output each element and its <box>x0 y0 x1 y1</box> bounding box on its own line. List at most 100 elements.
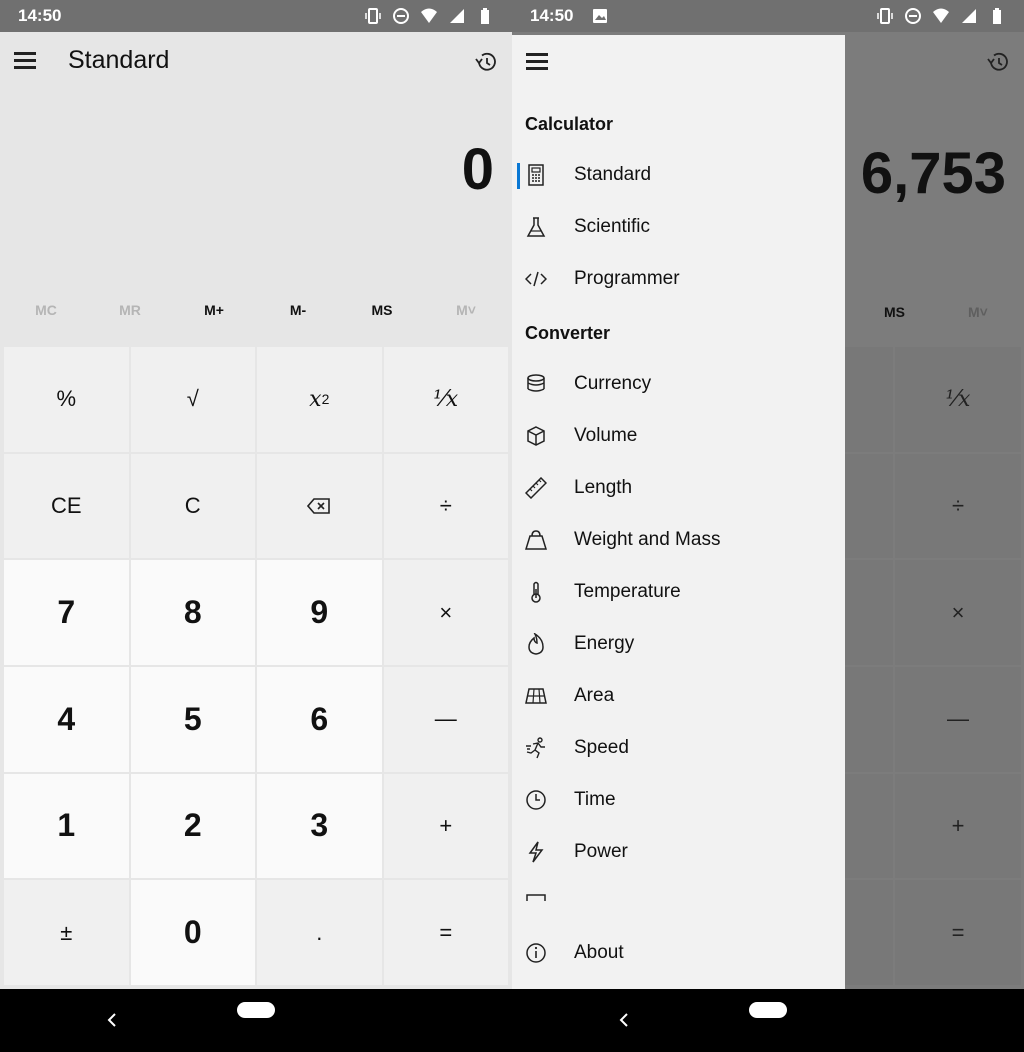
digit-5-button[interactable]: 5 <box>130 666 255 772</box>
battery-icon <box>481 8 489 24</box>
menu-item-label: Temperature <box>574 581 681 602</box>
background-key <box>845 880 893 985</box>
menu-item-clipped[interactable] <box>512 893 845 901</box>
calculator-menu-screen: 14:50 6,753 MS M˅ ¹⁄x ÷ × — + = Calculat… <box>512 0 1024 1052</box>
home-button[interactable] <box>749 1002 787 1018</box>
home-button[interactable] <box>237 1002 275 1018</box>
background-keypad: ¹⁄x ÷ × — + = <box>845 347 1021 985</box>
calculator-app: Standard 0 MC MR M+ M- MS M˅ % √ x2 ¹⁄x … <box>0 32 512 989</box>
digit-4-button[interactable]: 4 <box>4 666 129 772</box>
digit-7-button[interactable]: 7 <box>4 560 129 665</box>
background-multiply-key: × <box>895 560 1021 665</box>
clear-button[interactable]: C <box>130 453 255 559</box>
menu-item-temperature[interactable]: Temperature <box>512 568 845 616</box>
menu-item-speed[interactable]: Speed <box>512 724 845 772</box>
memory-store-button[interactable]: MS <box>340 302 424 324</box>
background-key <box>845 453 893 559</box>
ruler-icon <box>525 477 547 499</box>
signal-icon <box>450 9 464 23</box>
square-base: x <box>309 386 322 412</box>
memory-add-button[interactable]: M+ <box>172 302 256 324</box>
divide-button[interactable]: ÷ <box>383 453 508 559</box>
background-reciprocal-key: ¹⁄x <box>895 347 1021 452</box>
status-icons <box>876 7 1006 25</box>
info-icon <box>526 943 546 963</box>
background-key <box>845 560 893 665</box>
digit-3-button[interactable]: 3 <box>257 773 382 879</box>
memory-list-button[interactable]: M˅ <box>424 302 508 324</box>
history-icon <box>987 52 1008 71</box>
square-exponent: 2 <box>321 391 330 408</box>
menu-item-power[interactable]: Power <box>512 828 845 876</box>
menu-item-time[interactable]: Time <box>512 776 845 824</box>
menu-item-scientific[interactable]: Scientific <box>512 203 845 251</box>
reciprocal-label: ¹⁄x <box>433 386 459 412</box>
plus-button[interactable]: + <box>383 773 508 879</box>
memory-subtract-button[interactable]: M- <box>256 302 340 324</box>
weight-icon <box>525 530 547 550</box>
equals-button[interactable]: = <box>383 880 508 985</box>
calculator-icon <box>528 164 544 186</box>
clock-icon <box>526 790 546 810</box>
grid-area-icon <box>525 688 547 704</box>
battery-icon <box>993 8 1001 24</box>
signal-icon <box>962 9 976 23</box>
decimal-button[interactable]: . <box>257 880 382 985</box>
converter-section-title: Converter <box>525 323 611 343</box>
code-icon <box>525 271 547 287</box>
square-root-button[interactable]: √ <box>130 347 255 452</box>
hamburger-menu-button[interactable] <box>14 52 38 72</box>
negate-button[interactable]: ± <box>4 880 129 985</box>
menu-item-label: Length <box>574 477 633 498</box>
memory-clear-button[interactable]: MC <box>4 302 88 324</box>
menu-item-energy[interactable]: Energy <box>512 620 845 668</box>
menu-item-length[interactable]: Length <box>512 464 845 512</box>
clear-entry-button[interactable]: CE <box>4 453 129 559</box>
status-time: 14:50 <box>18 6 62 25</box>
flask-icon <box>526 217 546 237</box>
history-icon[interactable] <box>474 50 498 74</box>
menu-item-label: Energy <box>574 633 635 654</box>
backspace-button[interactable] <box>257 453 382 559</box>
menu-item-weight[interactable]: Weight and Mass <box>512 516 845 564</box>
vibrate-icon <box>365 8 381 24</box>
percent-button[interactable]: % <box>4 347 129 452</box>
image-notification-icon <box>593 9 607 23</box>
memory-recall-button[interactable]: MR <box>88 302 172 324</box>
menu-item-volume[interactable]: Volume <box>512 412 845 460</box>
back-icon[interactable] <box>102 1007 122 1033</box>
background-key <box>845 666 893 772</box>
menu-item-area[interactable]: Area <box>512 672 845 720</box>
digit-1-button[interactable]: 1 <box>4 773 129 879</box>
digit-9-button[interactable]: 9 <box>257 560 382 665</box>
menu-item-label: Power <box>574 841 628 862</box>
digit-2-button[interactable]: 2 <box>130 773 255 879</box>
thermometer-icon <box>531 581 541 603</box>
back-icon[interactable] <box>614 1007 634 1033</box>
multiply-button[interactable]: × <box>383 560 508 665</box>
navigation-drawer: Calculator Standard Scientific Programme… <box>512 35 845 989</box>
minus-button[interactable]: — <box>383 666 508 772</box>
digit-8-button[interactable]: 8 <box>130 560 255 665</box>
background-result-display: 6,753 <box>860 141 1006 206</box>
status-icons <box>364 7 494 25</box>
menu-item-about[interactable]: About <box>512 929 845 977</box>
menu-item-currency[interactable]: Currency <box>512 360 845 408</box>
digit-6-button[interactable]: 6 <box>257 666 382 772</box>
hamburger-menu-button[interactable] <box>526 53 550 73</box>
menu-item-label: Area <box>574 685 615 706</box>
reciprocal-button[interactable]: ¹⁄x <box>383 347 508 452</box>
navigation-bar <box>0 989 512 1052</box>
result-display: 0 <box>461 137 494 202</box>
background-equals-key: = <box>895 880 1021 985</box>
calculator-section-title: Calculator <box>525 114 614 134</box>
status-time: 14:50 <box>530 6 574 25</box>
background-key <box>845 347 893 452</box>
menu-item-label: Currency <box>574 373 652 394</box>
menu-item-programmer[interactable]: Programmer <box>512 255 845 303</box>
menu-item-label: Time <box>574 789 616 810</box>
square-button[interactable]: x2 <box>257 347 382 452</box>
memory-row: MC MR M+ M- MS M˅ <box>4 302 508 324</box>
digit-0-button[interactable]: 0 <box>130 880 255 985</box>
menu-item-standard[interactable]: Standard <box>512 151 845 199</box>
